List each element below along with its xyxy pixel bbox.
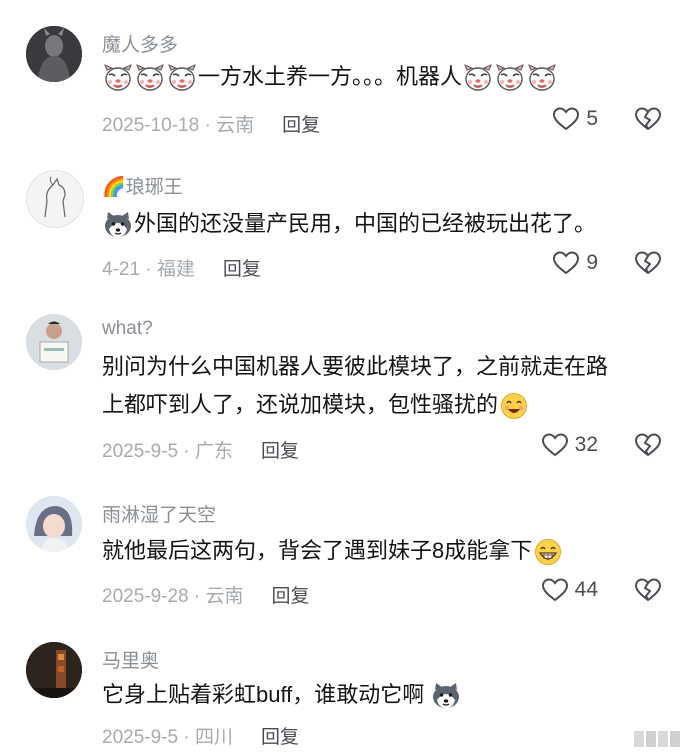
comment-text: 就他最后这两句，背会了遇到妹子8成能拿下 <box>102 532 660 570</box>
comment-meta: 2025-9-5 · 广东 回复 <box>102 436 299 463</box>
horse-sketch-avatar-image <box>27 171 83 227</box>
comment-text: 外国的还没量产民用，中国的已经被玩出花了。 <box>102 205 660 243</box>
dislike-button[interactable] <box>634 432 662 463</box>
comment-text-content: 上都吓到人了，还说加模块，包性骚扰的 <box>102 392 499 417</box>
person-holding-sign-avatar-image <box>26 314 82 370</box>
dog-emoji <box>103 64 133 92</box>
reply-button[interactable]: 回复 <box>223 259 261 280</box>
comment-meta: 4-21 · 福建 回复 <box>102 254 261 281</box>
comment-meta: 2025-10-18 · 云南 回复 <box>102 110 320 137</box>
smiling-emoji <box>499 392 529 420</box>
husky-emoji <box>103 211 133 239</box>
comment-text-content: 就他最后这两句，背会了遇到妹子8成能拿下 <box>102 538 533 563</box>
like-button[interactable]: 5 <box>552 106 598 132</box>
like-button[interactable]: 9 <box>552 250 598 276</box>
comment-text-content: 外国的还没量产民用，中国的已经被玩出花了。 <box>134 211 597 236</box>
date-location: 2025-9-5 · 四川 <box>102 727 233 748</box>
avatar[interactable] <box>26 170 84 228</box>
like-button[interactable]: 44 <box>541 577 598 603</box>
comment-meta: 2025-9-28 · 云南 回复 <box>102 581 310 608</box>
comment-text: 别问为什么中国机器人要彼此模块了，之前就走在路 上都吓到人了，还说加模块，包性骚… <box>102 348 660 424</box>
dark-street-avatar-image <box>26 642 82 698</box>
broken-heart-icon <box>634 577 662 603</box>
date-location: 4-21 · 福建 <box>102 259 195 280</box>
broken-heart-icon <box>634 106 662 132</box>
dark-figure-avatar-image <box>26 26 82 82</box>
date-location: 2025-9-5 · 广东 <box>102 441 233 462</box>
heart-outline-icon <box>552 250 580 276</box>
avatar[interactable] <box>26 26 82 82</box>
anime-character-avatar-image <box>26 496 82 552</box>
username[interactable]: what? <box>102 318 153 340</box>
watermark-logo <box>630 725 684 753</box>
date-location: 2025-10-18 · 云南 <box>102 115 255 136</box>
comment-text: 它身上贴着彩虹buff，谁敢动它啊 <box>102 676 660 714</box>
like-count: 9 <box>586 251 598 274</box>
comment-meta: 2025-9-5 · 四川 回复 <box>102 722 299 749</box>
username[interactable]: 魔人多多 <box>102 30 178 57</box>
reply-button[interactable]: 回复 <box>261 441 299 462</box>
dog-emoji <box>463 64 493 92</box>
rainbow-icon: 🌈 <box>102 177 126 198</box>
dog-emoji <box>135 64 165 92</box>
heart-outline-icon <box>541 432 569 458</box>
reply-button[interactable]: 回复 <box>282 115 320 136</box>
like-count: 32 <box>574 433 598 456</box>
like-count: 44 <box>574 578 598 601</box>
like-count: 5 <box>586 107 598 130</box>
dislike-button[interactable] <box>634 577 662 608</box>
husky-emoji <box>431 682 461 710</box>
username-row: 🌈琅琊王 <box>102 172 183 199</box>
username[interactable]: 雨淋湿了天空 <box>102 500 216 527</box>
dislike-button[interactable] <box>634 250 662 281</box>
dog-emoji <box>495 64 525 92</box>
avatar[interactable] <box>26 314 82 370</box>
heart-outline-icon <box>552 106 580 132</box>
avatar[interactable] <box>26 496 82 552</box>
dog-emoji <box>167 64 197 92</box>
dislike-button[interactable] <box>634 106 662 137</box>
like-button[interactable]: 32 <box>541 432 598 458</box>
heart-outline-icon <box>541 577 569 603</box>
comment-text: 一方水土养一方。。。机器人 <box>102 58 660 96</box>
date-location: 2025-9-28 · 云南 <box>102 586 244 607</box>
comment-text-content: 一方水土养一方。。。机器人 <box>198 64 463 89</box>
comment-text-line: 别问为什么中国机器人要彼此模块了，之前就走在路 <box>102 354 609 379</box>
dog-emoji <box>527 64 557 92</box>
grinning-emoji <box>533 538 563 566</box>
username[interactable]: 琅琊王 <box>126 177 183 198</box>
reply-button[interactable]: 回复 <box>272 586 310 607</box>
username[interactable]: 马里奥 <box>102 646 159 673</box>
comment-text-line-2: 上都吓到人了，还说加模块，包性骚扰的 <box>102 386 660 424</box>
avatar[interactable] <box>26 642 82 698</box>
broken-heart-icon <box>634 432 662 458</box>
comment-text-content: 它身上贴着彩虹buff，谁敢动它啊 <box>102 682 425 707</box>
broken-heart-icon <box>634 250 662 276</box>
reply-button[interactable]: 回复 <box>261 727 299 748</box>
